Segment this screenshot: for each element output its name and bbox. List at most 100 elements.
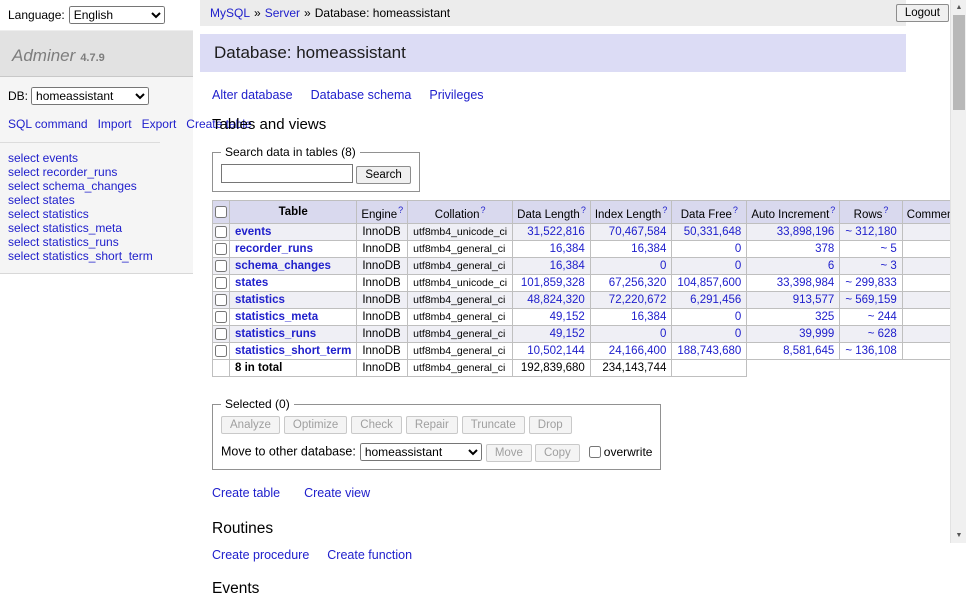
cell-rows: ~ 299,833 bbox=[840, 275, 902, 292]
sidebar-link-import[interactable]: Import bbox=[98, 117, 132, 131]
column-help-link[interactable]: ? bbox=[733, 205, 738, 215]
select-all-checkbox[interactable] bbox=[215, 206, 227, 218]
language-select[interactable]: English bbox=[69, 6, 165, 24]
analyze-button[interactable]: Analyze bbox=[221, 416, 280, 434]
cell-auto-increment: 6 bbox=[747, 258, 840, 275]
table-row: statisticsInnoDButf8mb4_general_ci48,824… bbox=[213, 292, 966, 309]
create-procedure-link[interactable]: Create procedure bbox=[212, 548, 309, 562]
column-help-link[interactable]: ? bbox=[883, 205, 888, 215]
language-label: Language: bbox=[8, 8, 65, 22]
select-schema-changes-link[interactable]: select schema_changes bbox=[8, 179, 137, 193]
column-help-link[interactable]: ? bbox=[830, 205, 835, 215]
statistics-meta-table-link[interactable]: statistics_meta bbox=[235, 311, 318, 323]
link-privileges[interactable]: Privileges bbox=[429, 88, 483, 102]
select-statistics-link[interactable]: select statistics bbox=[8, 207, 89, 221]
cell-index-length: 0 bbox=[590, 258, 672, 275]
row-checkbox[interactable] bbox=[215, 328, 227, 340]
cell-table-name: states bbox=[230, 275, 357, 292]
schema-changes-table-link[interactable]: schema_changes bbox=[235, 260, 331, 272]
select-statistics-short-term-link[interactable]: select statistics_short_term bbox=[8, 249, 153, 263]
table-row: statistics_metaInnoDButf8mb4_general_ci4… bbox=[213, 309, 966, 326]
statistics-runs-table-link[interactable]: statistics_runs bbox=[235, 328, 316, 340]
events-table-link[interactable]: events bbox=[235, 226, 271, 238]
statistics-short-term-table-link[interactable]: statistics_short_term bbox=[235, 345, 351, 357]
select-states-link[interactable]: select states bbox=[8, 193, 75, 207]
optimize-button[interactable]: Optimize bbox=[284, 416, 347, 434]
overwrite-checkbox[interactable] bbox=[589, 446, 601, 458]
cell-rows: ~ 569,159 bbox=[840, 292, 902, 309]
table-row: recorder_runsInnoDButf8mb4_general_ci16,… bbox=[213, 241, 966, 258]
search-button[interactable]: Search bbox=[356, 166, 410, 184]
move-db-select[interactable]: homeassistant bbox=[360, 443, 482, 461]
events-title: Events bbox=[212, 580, 906, 598]
scrollbar-up-icon[interactable]: ▲ bbox=[951, 0, 966, 15]
row-checkbox[interactable] bbox=[215, 260, 227, 272]
states-table-link[interactable]: states bbox=[235, 277, 268, 289]
statistics-table-link[interactable]: statistics bbox=[235, 294, 285, 306]
cell-collation: utf8mb4_unicode_ci bbox=[408, 224, 513, 241]
vertical-scrollbar: ▲ ▼ bbox=[950, 0, 966, 543]
row-checkbox[interactable] bbox=[215, 345, 227, 357]
create-function-link[interactable]: Create function bbox=[327, 548, 412, 562]
scrollbar-down-icon[interactable]: ▼ bbox=[951, 528, 966, 543]
cell-rows: ~ 628 bbox=[840, 326, 902, 343]
sidebar-item-select-states: select states bbox=[8, 193, 185, 207]
row-select-cell bbox=[213, 258, 230, 275]
table-row: statistics_short_termInnoDButf8mb4_gener… bbox=[213, 343, 966, 360]
cell-table-name: recorder_runs bbox=[230, 241, 357, 258]
cell-data-free: 188,743,680 bbox=[672, 343, 747, 360]
create-links: Create table Create view bbox=[212, 486, 906, 500]
link-alter-database[interactable]: Alter database bbox=[212, 88, 293, 102]
sidebar-item-select-statistics-short-term: select statistics_short_term bbox=[8, 249, 185, 263]
total-empty-cell bbox=[213, 360, 230, 377]
drop-button[interactable]: Drop bbox=[529, 416, 572, 434]
column-header-index-length: Index Length? bbox=[590, 200, 672, 224]
link-database-schema[interactable]: Database schema bbox=[311, 88, 412, 102]
column-help-link[interactable]: ? bbox=[398, 205, 403, 215]
search-legend: Search data in tables (8) bbox=[221, 145, 360, 159]
move-button[interactable]: Move bbox=[486, 444, 532, 462]
page-title: Database: homeassistant bbox=[200, 34, 906, 72]
selected-fieldset: Selected (0) AnalyzeOptimizeCheckRepairT… bbox=[212, 397, 661, 469]
column-help-link[interactable]: ? bbox=[581, 205, 586, 215]
select-events-link[interactable]: select events bbox=[8, 151, 78, 165]
repair-button[interactable]: Repair bbox=[406, 416, 458, 434]
sidebar-item-select-statistics: select statistics bbox=[8, 207, 185, 221]
select-statistics-runs-link[interactable]: select statistics_runs bbox=[8, 235, 119, 249]
language-row: Language: English bbox=[0, 0, 193, 30]
cell-data-length: 101,859,328 bbox=[513, 275, 591, 292]
row-checkbox[interactable] bbox=[215, 226, 227, 238]
create-table-link[interactable]: Create table bbox=[212, 486, 280, 500]
total-data-free bbox=[672, 360, 747, 377]
breadcrumb: MySQL»Server»Database: homeassistant bbox=[200, 0, 906, 26]
select-recorder-runs-link[interactable]: select recorder_runs bbox=[8, 165, 117, 179]
copy-button[interactable]: Copy bbox=[535, 444, 580, 462]
row-checkbox[interactable] bbox=[215, 243, 227, 255]
column-help-link[interactable]: ? bbox=[481, 205, 486, 215]
create-view-link[interactable]: Create view bbox=[304, 486, 370, 500]
app-name[interactable]: Adminer bbox=[12, 46, 75, 65]
select-statistics-meta-link[interactable]: select statistics_meta bbox=[8, 221, 122, 235]
sidebar: Language:English Adminer4.7.9 DB:homeass… bbox=[0, 0, 193, 543]
table-row: eventsInnoDButf8mb4_unicode_ci31,522,816… bbox=[213, 224, 966, 241]
db-select[interactable]: homeassistant bbox=[31, 87, 149, 105]
row-checkbox[interactable] bbox=[215, 294, 227, 306]
check-button[interactable]: Check bbox=[351, 416, 402, 434]
logout-button[interactable]: Logout bbox=[896, 4, 949, 22]
sidebar-link-sql-command[interactable]: SQL command bbox=[8, 117, 88, 131]
scrollbar-thumb[interactable] bbox=[953, 15, 965, 110]
row-select-cell bbox=[213, 275, 230, 292]
db-action-links: Alter database Database schema Privileges bbox=[212, 88, 906, 102]
truncate-button[interactable]: Truncate bbox=[462, 416, 525, 434]
row-checkbox[interactable] bbox=[215, 277, 227, 289]
app-version: 4.7.9 bbox=[80, 52, 104, 64]
row-checkbox[interactable] bbox=[215, 311, 227, 323]
cell-data-free: 0 bbox=[672, 258, 747, 275]
recorder-runs-table-link[interactable]: recorder_runs bbox=[235, 243, 313, 255]
column-help-link[interactable]: ? bbox=[662, 205, 667, 215]
search-input[interactable] bbox=[221, 164, 353, 183]
app-logo: Adminer 4.7.9 bbox=[0, 30, 193, 77]
breadcrumb-link-mysql[interactable]: MySQL bbox=[210, 6, 250, 20]
breadcrumb-link-server[interactable]: Server bbox=[265, 6, 300, 20]
sidebar-link-export[interactable]: Export bbox=[142, 117, 177, 131]
